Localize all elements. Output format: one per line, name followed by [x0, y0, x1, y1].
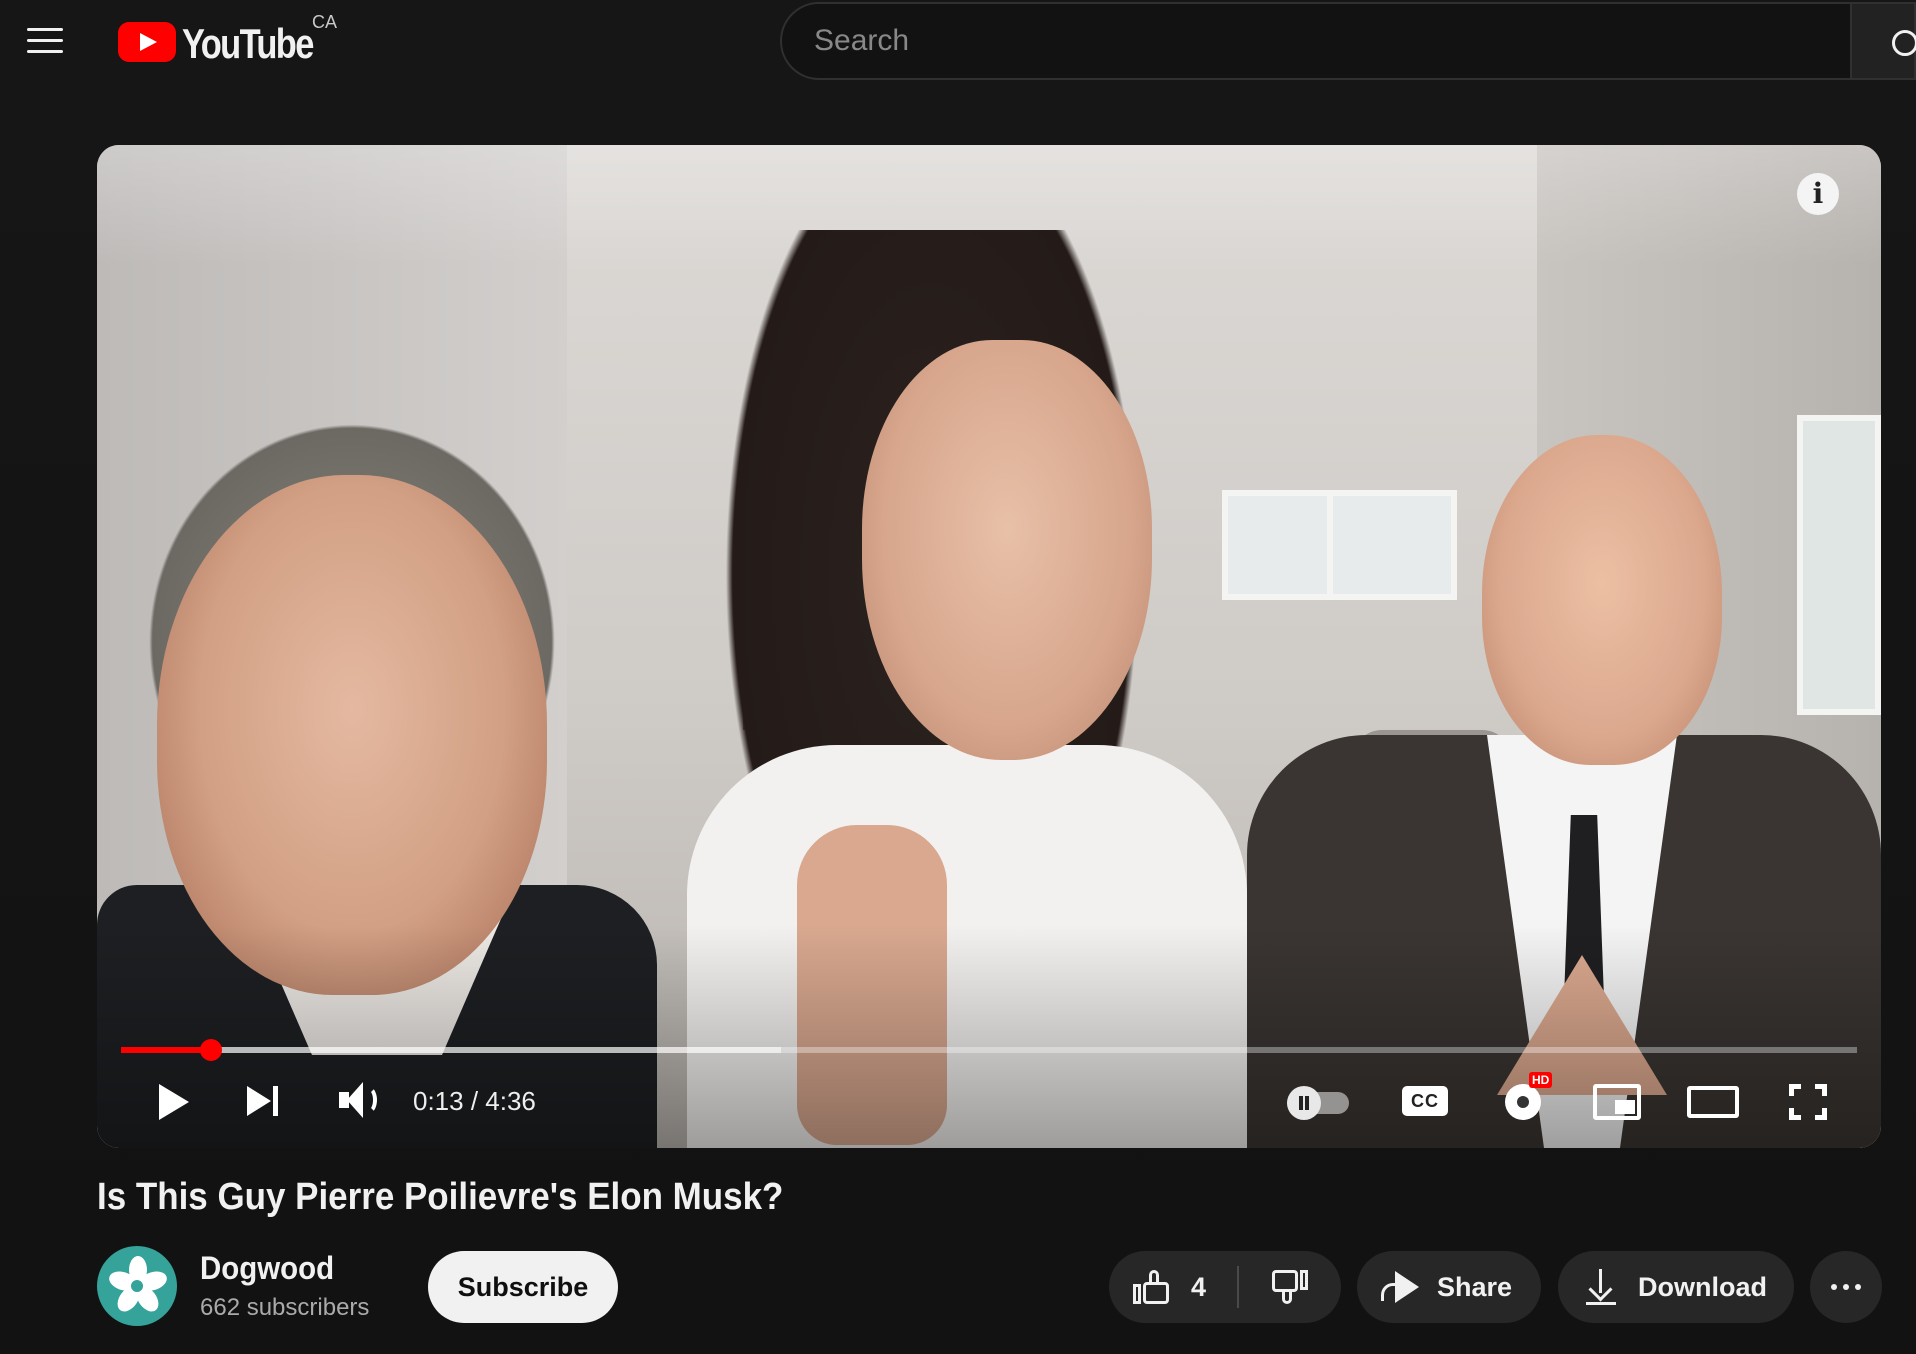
- share-label: Share: [1437, 1271, 1513, 1302]
- menu-icon[interactable]: [24, 26, 70, 56]
- time-display: 0:13 / 4:36: [413, 1086, 536, 1117]
- video-player[interactable]: i 0:13 / 4:36 CC HD: [97, 145, 1881, 1148]
- current-time: 0:13: [413, 1086, 464, 1116]
- next-icon[interactable]: [239, 1070, 289, 1130]
- video-frame: [97, 145, 1881, 1148]
- progress-bar[interactable]: [121, 1039, 1857, 1061]
- search-input[interactable]: [814, 24, 1850, 58]
- download-label: Download: [1638, 1271, 1767, 1302]
- miniplayer-icon[interactable]: [1593, 1070, 1643, 1130]
- play-icon[interactable]: [147, 1070, 197, 1130]
- search-button[interactable]: [1852, 2, 1916, 80]
- subscriber-count: 662 subscribers: [200, 1294, 370, 1321]
- masthead: YouTube CA: [0, 0, 1916, 100]
- more-icon[interactable]: [1810, 1251, 1882, 1323]
- download-icon: [1586, 1269, 1616, 1305]
- channel-name[interactable]: Dogwood: [200, 1250, 334, 1287]
- share-button[interactable]: Share: [1357, 1251, 1541, 1323]
- info-icon[interactable]: i: [1797, 173, 1839, 215]
- like-button[interactable]: 4: [1109, 1251, 1237, 1323]
- duration: 4:36: [485, 1086, 536, 1116]
- cc-button[interactable]: CC: [1402, 1070, 1450, 1130]
- subscribe-button[interactable]: Subscribe: [428, 1251, 618, 1323]
- like-dislike-group: 4: [1109, 1251, 1341, 1323]
- autoplay-toggle-icon[interactable]: [1287, 1070, 1351, 1130]
- volume-icon[interactable]: [333, 1070, 389, 1130]
- settings-button[interactable]: HD: [1499, 1070, 1553, 1130]
- thumbs-down-icon: [1270, 1268, 1308, 1306]
- dislike-button[interactable]: [1239, 1251, 1339, 1323]
- download-button[interactable]: Download: [1558, 1251, 1794, 1323]
- like-count: 4: [1191, 1271, 1207, 1302]
- brand-name: YouTube: [182, 20, 314, 67]
- search-box: [780, 2, 1852, 80]
- gear-icon: [1505, 1084, 1541, 1120]
- thumbs-up-icon: [1133, 1268, 1171, 1306]
- player-controls: 0:13 / 4:36 CC HD: [97, 1070, 1881, 1148]
- youtube-logo-icon: [118, 22, 176, 62]
- cc-icon: CC: [1402, 1086, 1448, 1116]
- watch-page: YouTube CA Search i 0:13 / 4:36 CC HD Is…: [0, 0, 1916, 1354]
- hd-badge: HD: [1529, 1072, 1553, 1088]
- progress-played: [121, 1047, 212, 1053]
- country-code: CA: [312, 12, 338, 32]
- channel-avatar[interactable]: [97, 1246, 177, 1326]
- video-title: Is This Guy Pierre Poilievre's Elon Musk…: [97, 1176, 784, 1218]
- youtube-logo[interactable]: YouTube CA: [118, 12, 341, 68]
- share-icon: [1381, 1271, 1421, 1303]
- theater-icon[interactable]: [1687, 1070, 1741, 1130]
- time-separator: /: [463, 1086, 486, 1116]
- fullscreen-icon[interactable]: [1787, 1070, 1831, 1130]
- search-icon: [1892, 30, 1916, 56]
